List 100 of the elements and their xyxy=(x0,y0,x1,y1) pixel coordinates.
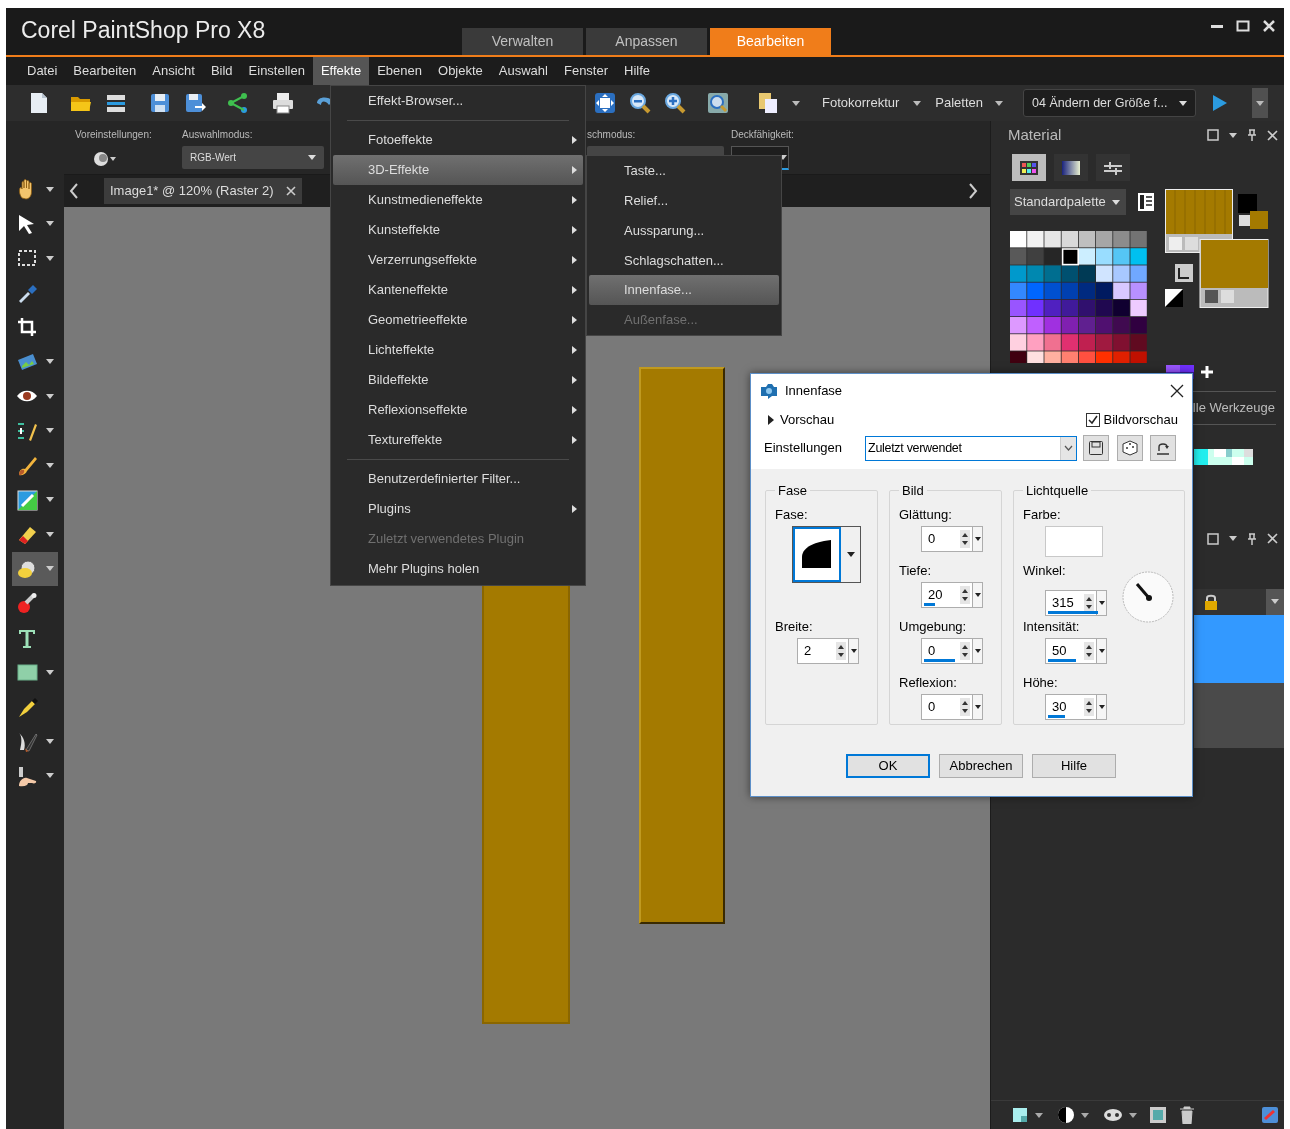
window-icon[interactable] xyxy=(1207,532,1219,545)
menu-item[interactable]: Ansicht xyxy=(144,57,203,85)
layer-edit-icon[interactable] xyxy=(1261,1106,1279,1124)
toolbar-button[interactable]: Fotokorrektur xyxy=(822,93,900,113)
material-swatches-drawing[interactable] xyxy=(1165,189,1269,308)
spin-field[interactable]: 0 xyxy=(921,637,983,664)
menu-item[interactable]: Mehr Plugins holen xyxy=(333,554,583,584)
paste-icon[interactable] xyxy=(756,91,780,115)
chevron-right-icon[interactable] xyxy=(969,183,978,199)
menu-item[interactable]: Effekt-Browser... xyxy=(333,86,583,116)
menu-item[interactable]: Taste... xyxy=(589,156,779,186)
section-toggle[interactable]: Vorschau xyxy=(780,410,835,430)
menu-item[interactable]: 3D-Effekte xyxy=(333,155,583,185)
menu-item[interactable]: Fenster xyxy=(555,57,617,85)
menu-item[interactable]: Aussparung... xyxy=(589,215,779,246)
mask-icon[interactable] xyxy=(1057,1106,1075,1124)
spin-field[interactable]: 0 xyxy=(921,693,983,720)
spin-field[interactable]: 2 xyxy=(797,637,859,664)
save-icon[interactable] xyxy=(148,91,172,115)
maximize-icon[interactable] xyxy=(1236,19,1250,33)
dialog-button[interactable]: Hilfe xyxy=(1032,754,1116,778)
preset-dropdown[interactable]: 04 Ändern der Größe f... xyxy=(1023,89,1196,117)
bevel-picker[interactable] xyxy=(792,525,861,583)
dialog-button[interactable]: OK xyxy=(846,754,930,778)
palette-dropdown[interactable]: Standardpalette xyxy=(1010,189,1126,215)
menu-item[interactable]: Hilfe xyxy=(616,57,659,85)
pin-icon[interactable] xyxy=(1247,532,1257,545)
fit-window-icon[interactable] xyxy=(593,91,617,115)
layer-menu-button[interactable] xyxy=(1266,588,1284,615)
menu-item[interactable]: Plugins xyxy=(333,494,583,524)
trash-icon[interactable] xyxy=(1179,1106,1195,1124)
menu-item[interactable]: Effekte xyxy=(312,57,370,85)
mode-dropdown[interactable]: RGB-Wert xyxy=(182,146,324,169)
menu-item[interactable]: Textureffekte xyxy=(333,425,583,455)
plus-icon[interactable] xyxy=(1200,365,1214,379)
menu-item[interactable]: Verzerrungseffekte xyxy=(333,245,583,275)
document-tab[interactable]: Image1* @ 120% (Raster 2) xyxy=(104,178,302,204)
window-icon[interactable] xyxy=(1207,129,1219,141)
spin-field[interactable]: 30 xyxy=(1045,693,1107,720)
reset-button[interactable] xyxy=(1150,435,1177,461)
play-icon[interactable] xyxy=(1212,94,1228,112)
menu-item[interactable]: Innenfase... xyxy=(589,275,779,306)
color-swatch[interactable] xyxy=(1045,525,1103,557)
caret-icon xyxy=(46,186,54,192)
caret-icon xyxy=(1129,1112,1137,1118)
menu-item[interactable]: Reflexionseffekte xyxy=(333,395,583,425)
menu-item[interactable]: Lichteffekte xyxy=(333,335,583,365)
zoom-in-icon[interactable] xyxy=(663,91,687,115)
link-icon[interactable] xyxy=(1103,1108,1123,1122)
texture-strip-icon[interactable] xyxy=(1194,448,1253,465)
presets-icon[interactable] xyxy=(91,150,117,168)
menu-item[interactable]: Kunsteffekte xyxy=(333,215,583,245)
menu-item[interactable]: Relief... xyxy=(589,185,779,216)
save-as-icon[interactable] xyxy=(183,91,207,115)
print-icon[interactable] xyxy=(271,91,295,115)
spin-field[interactable]: 20 xyxy=(921,581,983,608)
toolbar-button[interactable]: Paletten xyxy=(935,93,983,113)
adjust-tab[interactable] xyxy=(1096,154,1130,181)
spin-field[interactable]: 50 xyxy=(1045,637,1107,664)
menu-item[interactable]: Auswahl xyxy=(490,57,556,85)
spin-field[interactable]: 315 xyxy=(1045,589,1107,616)
color-palette-drawing[interactable] xyxy=(1010,231,1148,363)
spin-field[interactable]: 0 xyxy=(921,525,983,552)
zoom-icon[interactable] xyxy=(706,91,730,115)
menu-item[interactable]: Fotoeffekte xyxy=(333,125,583,155)
menu-item[interactable]: Einstellen xyxy=(240,57,313,85)
close-icon[interactable] xyxy=(1170,383,1184,398)
chevron-left-icon[interactable] xyxy=(69,183,78,199)
palette-menu-icon[interactable] xyxy=(1138,193,1154,211)
dialog-button[interactable]: Abbrechen xyxy=(939,754,1023,778)
new-layer-icon[interactable] xyxy=(1011,1106,1029,1124)
menu-item[interactable]: Bearbeiten xyxy=(65,57,145,85)
menu-item[interactable]: Benutzerdefinierter Filter... xyxy=(333,464,583,494)
menu-item[interactable]: Datei xyxy=(19,57,66,85)
overflow-button[interactable] xyxy=(1252,88,1268,118)
lock-icon[interactable] xyxy=(1204,593,1218,610)
gradient-tab[interactable] xyxy=(1054,154,1088,181)
pin-icon[interactable] xyxy=(1247,129,1257,141)
expand-icon[interactable] xyxy=(768,415,774,425)
workspace-tab[interactable]: Anpassen xyxy=(586,28,707,55)
menu-item[interactable]: Kanteneffekte xyxy=(333,275,583,305)
menu-item[interactable]: Objekte xyxy=(430,57,491,85)
settings-dropdown[interactable]: Zuletzt verwendet xyxy=(865,435,1078,461)
menu-item[interactable]: Bildeffekte xyxy=(333,365,583,395)
angle-dial[interactable] xyxy=(1121,569,1175,624)
share-icon[interactable] xyxy=(226,91,250,115)
menu-item[interactable]: Geometrieeffekte xyxy=(333,305,583,335)
caret-icon xyxy=(1098,704,1105,709)
layer-props-icon[interactable] xyxy=(1149,1106,1167,1124)
menu-item[interactable]: Kunstmedieneffekte xyxy=(333,185,583,215)
menu-item[interactable]: Schlagschatten... xyxy=(589,245,779,276)
zoom-out-icon[interactable] xyxy=(628,91,652,115)
tool-button[interactable] xyxy=(12,551,58,586)
menu-item[interactable]: Ebenen xyxy=(369,57,430,85)
workspace-tab[interactable]: Verwalten xyxy=(462,28,583,55)
menu-item[interactable]: Bild xyxy=(202,57,241,85)
randomize-button[interactable] xyxy=(1117,435,1144,461)
palette-tab[interactable] xyxy=(1012,154,1046,181)
save-button[interactable] xyxy=(1083,435,1110,461)
checkbox[interactable] xyxy=(1085,413,1100,427)
